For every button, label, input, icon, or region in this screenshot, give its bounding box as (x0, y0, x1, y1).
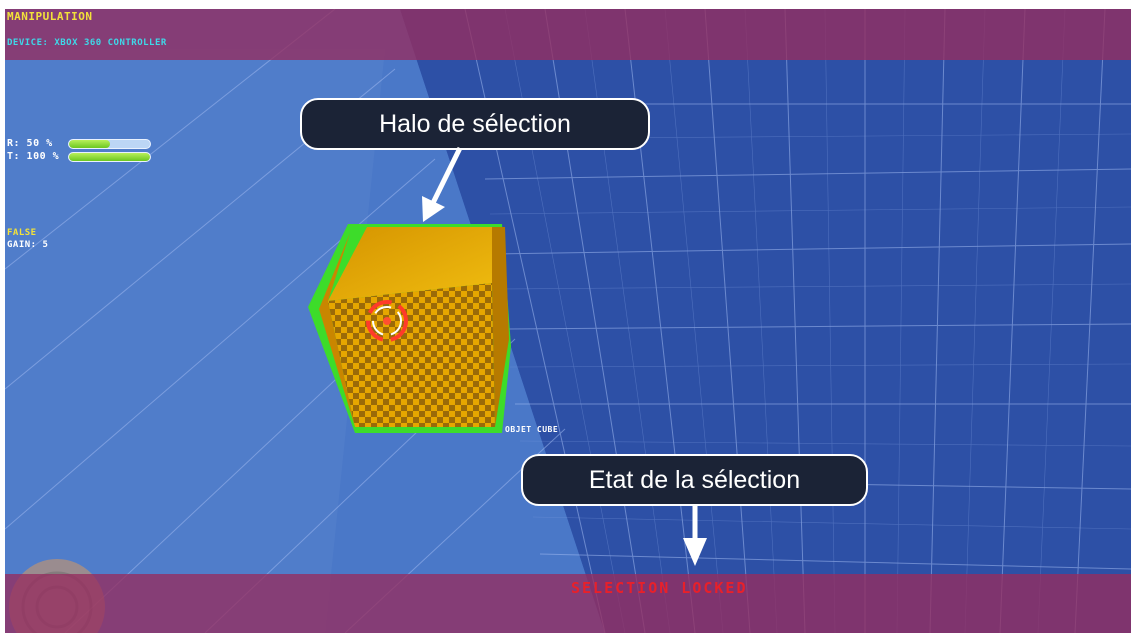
selection-state: SELECTION LOCKED (571, 579, 748, 597)
translation-bar-fill (69, 153, 150, 161)
gain-label: GAIN: 5 (7, 240, 49, 250)
rotation-label: R: 50 % (7, 138, 53, 149)
status-flag: FALSE (7, 228, 37, 238)
callout-selection-state: Etat de la sélection (521, 454, 868, 506)
device-label: DEVICE: XBOX 360 CONTROLLER (7, 38, 167, 48)
mode-label: MANIPULATION (7, 10, 93, 23)
bottom-hud-band (5, 574, 1131, 633)
rotation-bar (68, 139, 151, 149)
callout-halo: Halo de sélection (300, 98, 650, 150)
rotation-bar-fill (69, 140, 110, 148)
cube-front-face (328, 283, 495, 427)
translation-bar (68, 152, 151, 162)
translation-label: T: 100 % (7, 151, 60, 162)
top-hud-band (5, 9, 1131, 60)
object-label: OBJET CUBE (505, 425, 559, 434)
